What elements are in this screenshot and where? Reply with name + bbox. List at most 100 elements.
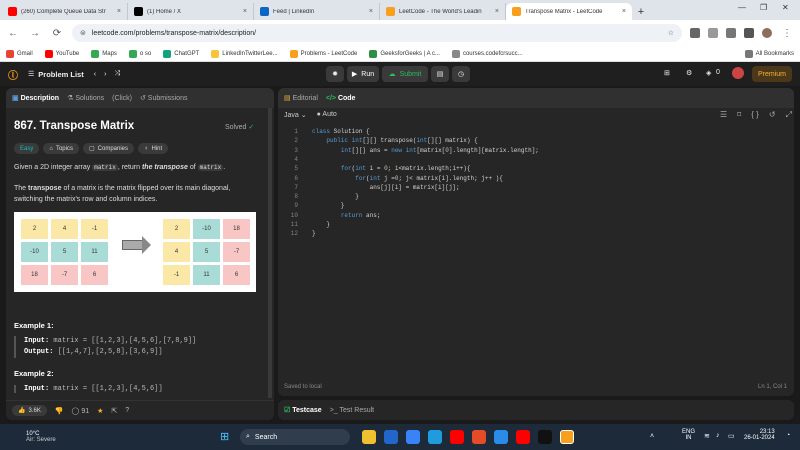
favorite-star-icon[interactable]: ★ (97, 407, 103, 415)
chrome-icon[interactable] (560, 430, 574, 444)
vscode-icon[interactable] (406, 430, 420, 444)
tab-testcase[interactable]: ☑ Testcase (284, 406, 322, 414)
browser-tab[interactable]: Transpose Matrix - LeetCode × (506, 3, 632, 20)
edge-icon[interactable] (384, 430, 398, 444)
notification-bell-icon[interactable]: ◔ (786, 432, 790, 439)
next-problem-icon[interactable]: › (104, 71, 106, 78)
gitlab-icon[interactable] (472, 430, 486, 444)
run-button[interactable]: ▶ Run (347, 66, 379, 82)
maximize-icon[interactable]: ❐ (760, 3, 767, 12)
help-icon[interactable]: ? (125, 407, 129, 414)
tab-code[interactable]: </> Code (326, 95, 356, 102)
bookmark-item[interactable]: Problems - LeetCode (289, 49, 357, 58)
browser-tab[interactable]: LeetCode - The World's Leadin × (380, 3, 506, 20)
youtube-music-icon[interactable] (516, 430, 530, 444)
tab-description[interactable]: ▣ Description (12, 94, 59, 102)
timer-button[interactable]: ◷ (452, 66, 470, 82)
reload-icon[interactable]: ⟳ (50, 28, 64, 39)
extensions-puzzle-icon[interactable] (708, 28, 718, 38)
close-tab-icon[interactable]: × (369, 8, 373, 15)
bookmark-item[interactable]: Gmail (6, 49, 33, 58)
telegram-icon[interactable] (428, 430, 442, 444)
profile-avatar-icon[interactable] (762, 28, 772, 38)
language-indicator[interactable]: ENG IN (682, 429, 695, 441)
back-icon[interactable]: ← (6, 28, 20, 39)
close-tab-icon[interactable]: × (117, 8, 121, 15)
sidebar-icon[interactable] (744, 28, 754, 38)
layout-icon[interactable]: ⊞ (664, 69, 670, 77)
bookmark-item[interactable]: Maps (91, 49, 117, 58)
forward-icon[interactable]: → (28, 28, 42, 39)
browser-menu-icon[interactable]: ⋮ (780, 28, 794, 39)
all-bookmarks[interactable]: All Bookmarks (744, 49, 794, 58)
problem-list-link[interactable]: Problem List (38, 70, 83, 79)
github-icon[interactable] (538, 430, 552, 444)
code-editor[interactable]: 1 class Solution {2 public int[][] transp… (278, 128, 794, 384)
bookmark-item[interactable]: ChatGPT (163, 49, 199, 58)
reset-icon[interactable]: ↺ (769, 110, 776, 120)
close-window-icon[interactable]: ✕ (782, 3, 789, 12)
topics-chip[interactable]: ⌂ Topics (43, 143, 79, 154)
shuffle-icon[interactable]: ⤨ (114, 70, 120, 78)
bookmark-item[interactable]: LinkedInTwitterLee... (211, 49, 278, 58)
notes-button[interactable]: ▤ (431, 66, 449, 82)
new-tab-icon[interactable]: + (632, 3, 650, 20)
bookmark-item[interactable]: o so (128, 49, 151, 58)
file-explorer-icon[interactable] (362, 430, 376, 444)
bookmark-icon[interactable]: ⌑ (737, 110, 741, 120)
browser-tab[interactable]: Feed | LinkedIn × (254, 3, 380, 20)
scrollbar[interactable] (268, 108, 272, 398)
weather-widget[interactable]: 10°C Air: Severe (26, 431, 56, 443)
taskbar-search[interactable]: ⌕ Search (240, 429, 350, 445)
battery-icon[interactable]: ▭ (728, 432, 735, 440)
language-select[interactable]: Java ⌄ (284, 111, 307, 119)
bookmark-star-icon[interactable]: ☆ (668, 29, 674, 37)
minimize-icon[interactable]: — (738, 3, 746, 12)
media-icon[interactable] (726, 28, 736, 38)
leetcode-icon (386, 7, 395, 16)
problem-list-icon[interactable]: ☰ (28, 70, 34, 78)
tab-submissions[interactable]: ↺ Submissions (140, 94, 188, 102)
tab-click[interactable]: (Click) (112, 95, 132, 102)
tray-chevron-icon[interactable]: ˄ (650, 433, 654, 440)
hint-chip[interactable]: ♀ Hint (138, 143, 169, 154)
extension-icon[interactable] (690, 28, 700, 38)
auto-toggle[interactable]: ● Auto (317, 111, 337, 119)
bookmark-item[interactable]: YouTube (44, 49, 79, 58)
share-icon[interactable]: ⇱ (111, 407, 117, 415)
format-icon[interactable]: { } (751, 110, 759, 120)
submit-button[interactable]: ☁ Submit (382, 66, 428, 82)
close-tab-icon[interactable]: × (495, 8, 499, 15)
tab-test-result[interactable]: >_ Test Result (330, 407, 374, 414)
premium-button[interactable]: Premium (752, 66, 792, 82)
like-button[interactable]: 👍 3.6K (12, 405, 47, 416)
dislike-icon[interactable]: 👎 (55, 407, 64, 415)
tab-solutions[interactable]: ⚗ Solutions (67, 94, 104, 102)
comment-button[interactable]: ◯ 91 (72, 407, 90, 415)
bookmark-item[interactable]: GeeksforGeeks | A c... (369, 49, 440, 58)
prev-problem-icon[interactable]: ‹ (94, 71, 96, 78)
close-tab-icon[interactable]: × (243, 8, 247, 15)
browser-tab[interactable]: (1) Home / X × (128, 3, 254, 20)
site-info-icon[interactable]: ⊜ (80, 29, 86, 37)
clock[interactable]: 23:13 26-01-2024 (744, 429, 775, 441)
close-tab-icon[interactable]: × (622, 8, 626, 15)
volume-icon[interactable]: ♪ (716, 432, 720, 439)
leetcode-logo-icon[interactable]: ⓛ (8, 67, 18, 82)
bookmark-item[interactable]: courses.codefcrsucc... (451, 49, 523, 58)
code-tabs: ▤ Editorial </> Code (278, 88, 794, 108)
fire-streak-icon[interactable]: ◈ (706, 69, 711, 77)
url-field[interactable]: ⊜ leetcode.com/problems/transpose-matrix… (72, 24, 682, 42)
companies-chip[interactable]: ▢ Companies (82, 143, 135, 154)
browser-tab[interactable]: (260) Complete Queue Data Str × (2, 3, 128, 20)
reference-icon[interactable]: ☰ (720, 110, 727, 120)
settings-gear-icon[interactable]: ⚙ (686, 69, 692, 77)
youtube-icon[interactable] (450, 430, 464, 444)
tab-editorial[interactable]: ▤ Editorial (284, 94, 318, 102)
fullscreen-icon[interactable]: ⤢ (786, 110, 792, 120)
user-avatar[interactable] (732, 67, 744, 79)
windows-start-icon[interactable]: ⊞ (220, 430, 229, 443)
edge-browser-icon[interactable] (494, 430, 508, 444)
wifi-icon[interactable]: ≋ (704, 432, 710, 440)
debug-button[interactable]: ✹ (326, 66, 344, 82)
